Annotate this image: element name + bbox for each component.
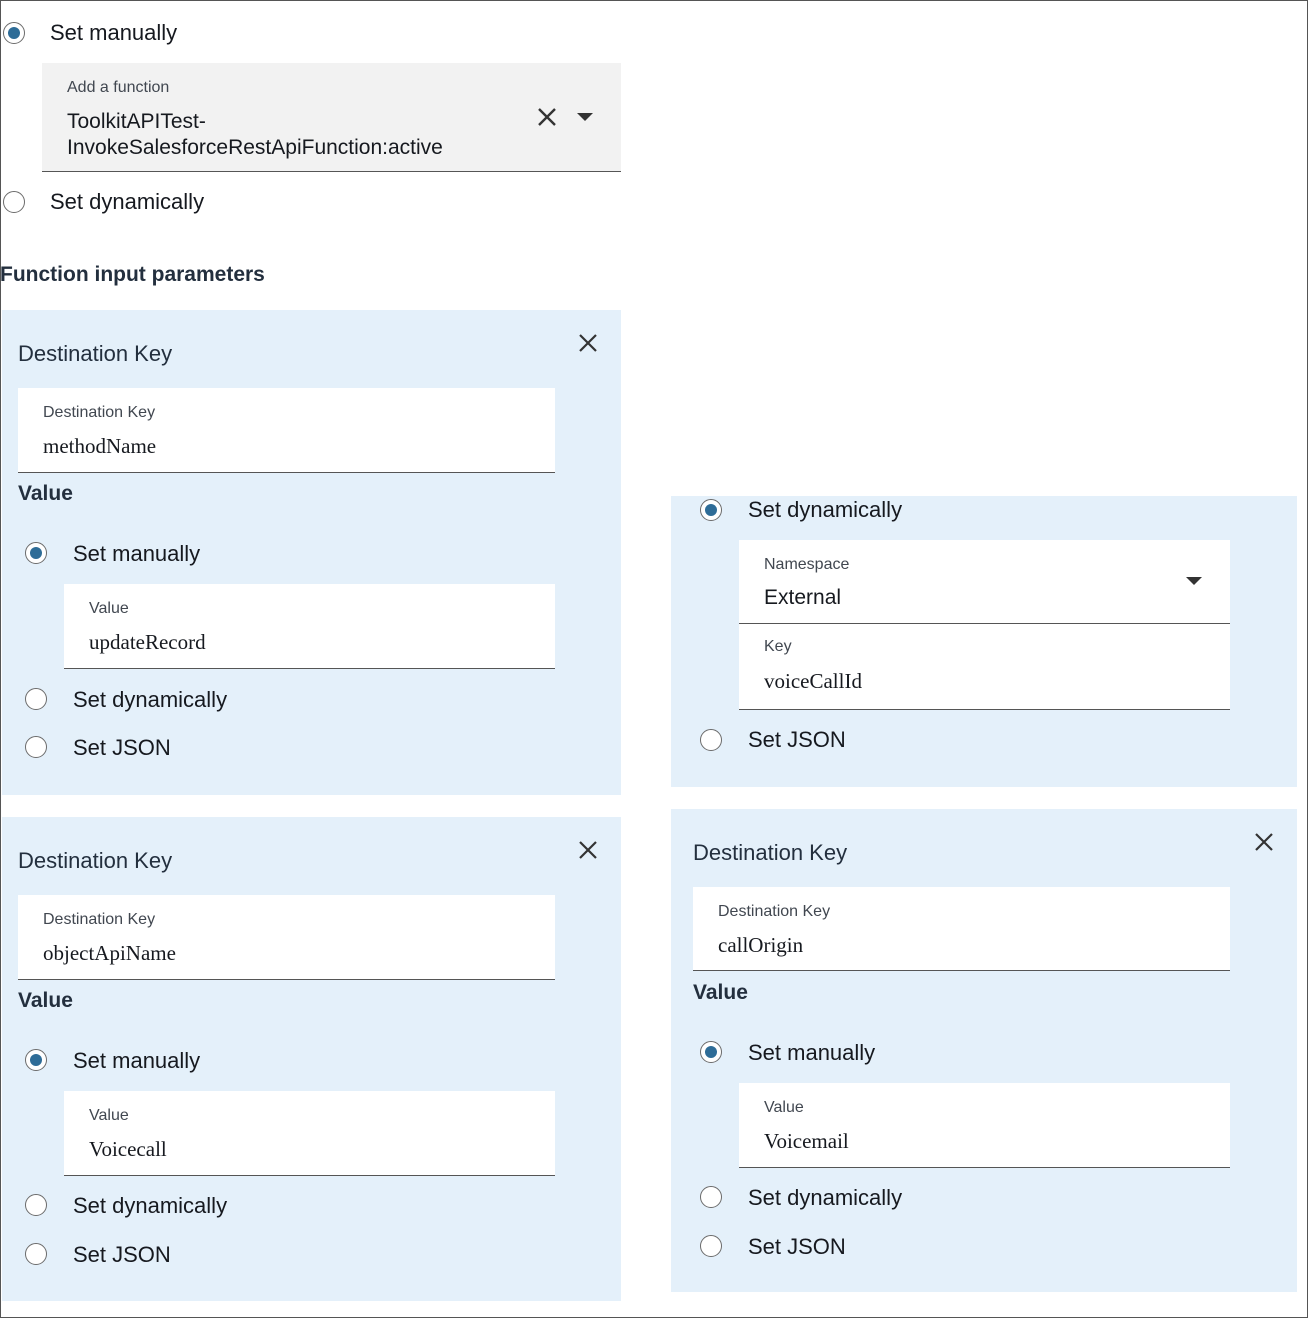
set-manually-radio[interactable] xyxy=(25,542,47,564)
set-dynamically-label: Set dynamically xyxy=(748,497,903,522)
set-json-radio[interactable] xyxy=(700,1235,722,1257)
function-name-line1: ToolkitAPITest- xyxy=(67,110,206,133)
parameter-panel-1: Destination Key Destination Key methodNa… xyxy=(2,310,621,795)
field-value: callOrigin xyxy=(718,933,804,957)
namespace-select[interactable]: Namespace External xyxy=(739,540,1230,624)
set-json-radio[interactable] xyxy=(700,729,722,751)
add-function-label: Add a function xyxy=(67,79,170,96)
set-dynamically-label: Set dynamically xyxy=(73,1193,228,1218)
set-manually-label: Set manually xyxy=(748,1040,876,1065)
set-manually-label: Set manually xyxy=(73,541,201,566)
chevron-down-icon[interactable] xyxy=(577,113,593,121)
panel-title: Destination Key xyxy=(18,848,173,873)
destination-key-field[interactable]: Destination Key methodName xyxy=(18,388,555,473)
set-manually-label: Set manually xyxy=(50,20,178,45)
field-label: Value xyxy=(89,600,129,617)
clear-icon[interactable] xyxy=(535,105,559,129)
field-label: Destination Key xyxy=(718,903,831,920)
field-value: External xyxy=(764,586,842,609)
set-dynamically-radio[interactable] xyxy=(3,191,25,213)
set-dynamically-radio[interactable] xyxy=(700,499,722,521)
set-dynamically-radio[interactable] xyxy=(25,688,47,710)
set-manually-radio[interactable] xyxy=(3,22,25,44)
set-dynamically-radio[interactable] xyxy=(25,1194,47,1216)
destination-key-field[interactable]: Destination Key callOrigin xyxy=(693,887,1230,971)
close-icon[interactable] xyxy=(576,331,600,355)
set-manually-radio[interactable] xyxy=(25,1049,47,1071)
value-field[interactable]: Value updateRecord xyxy=(64,584,555,669)
set-dynamically-label: Set dynamically xyxy=(748,1185,903,1210)
value-heading: Value xyxy=(18,482,73,505)
set-json-label: Set JSON xyxy=(748,727,846,752)
set-json-radio[interactable] xyxy=(25,1243,47,1265)
set-dynamically-label: Set dynamically xyxy=(50,189,205,214)
field-label: Value xyxy=(764,1099,804,1116)
set-json-radio[interactable] xyxy=(25,736,47,758)
value-heading: Value xyxy=(693,981,748,1004)
add-function-select[interactable]: Add a function ToolkitAPITest- InvokeSal… xyxy=(42,63,621,172)
set-json-label: Set JSON xyxy=(73,1242,171,1267)
field-label: Value xyxy=(89,1107,129,1124)
destination-key-field[interactable]: Destination Key objectApiName xyxy=(18,895,555,980)
field-label: Destination Key xyxy=(43,911,156,928)
set-dynamically-radio[interactable] xyxy=(700,1186,722,1208)
close-icon[interactable] xyxy=(1252,830,1276,854)
field-label: Namespace xyxy=(764,556,850,573)
value-field[interactable]: Value Voicecall xyxy=(64,1091,555,1176)
field-value: methodName xyxy=(43,434,157,458)
set-json-label: Set JSON xyxy=(73,735,171,760)
field-label: Key xyxy=(764,638,792,655)
set-manually-radio[interactable] xyxy=(700,1041,722,1063)
panel-title: Destination Key xyxy=(693,840,848,865)
set-json-label: Set JSON xyxy=(748,1234,846,1259)
field-value: Voicemail xyxy=(764,1129,849,1153)
field-value: voiceCallId xyxy=(764,669,862,693)
value-field[interactable]: Value Voicemail xyxy=(739,1083,1230,1168)
close-icon[interactable] xyxy=(576,838,600,862)
field-value: Voicecall xyxy=(89,1137,167,1161)
key-field[interactable]: Key voiceCallId xyxy=(739,624,1230,710)
section-title: Function input parameters xyxy=(0,263,265,286)
field-label: Destination Key xyxy=(43,404,156,421)
chevron-down-icon[interactable] xyxy=(1186,577,1202,585)
set-dynamically-label: Set dynamically xyxy=(73,687,228,712)
field-value: updateRecord xyxy=(89,630,206,654)
value-heading: Value xyxy=(18,989,73,1012)
parameter-panel-2: Destination Key Destination Key objectAp… xyxy=(2,817,621,1301)
panel-title: Destination Key xyxy=(18,341,173,366)
field-value: objectApiName xyxy=(43,941,176,965)
parameter-panel-3: Set dynamically Namespace External Key v… xyxy=(671,496,1297,787)
function-name-line2: InvokeSalesforceRestApiFunction:active xyxy=(67,136,443,159)
parameter-panel-4: Destination Key Destination Key callOrig… xyxy=(671,809,1297,1292)
set-manually-label: Set manually xyxy=(73,1048,201,1073)
